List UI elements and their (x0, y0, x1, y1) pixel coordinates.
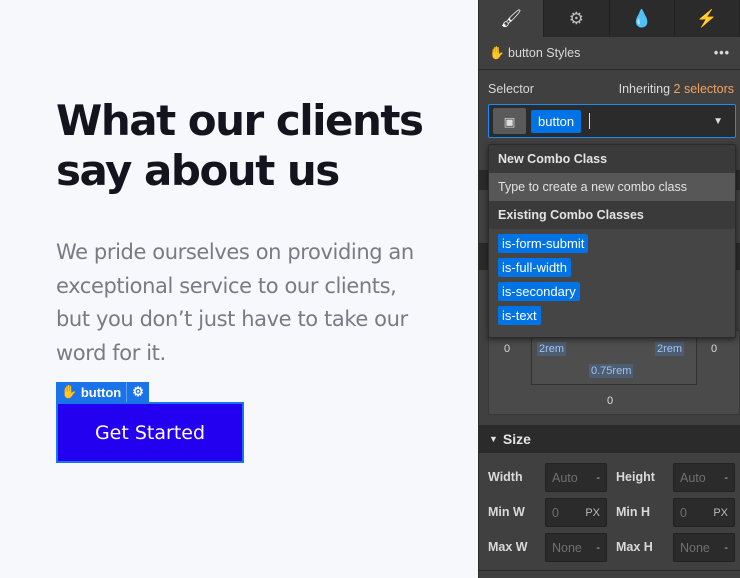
chevron-down-icon[interactable]: ▼ (713, 116, 723, 127)
margin-bottom-value[interactable]: 0 (607, 395, 613, 407)
divider (479, 570, 740, 571)
element-tag-text: button (80, 384, 122, 400)
new-combo-header: New Combo Class (489, 145, 735, 173)
combo-class-menu: New Combo Class Type to create a new com… (488, 144, 736, 338)
max-width-value: None (552, 540, 582, 555)
min-width-unit[interactable]: PX (585, 507, 600, 519)
height-label: Height (616, 470, 655, 484)
width-value: Auto (552, 470, 578, 485)
max-width-input[interactable]: None - (545, 533, 607, 562)
panel-header: ✋ button Styles ••• (479, 37, 740, 70)
min-width-value: 0 (552, 505, 559, 520)
design-canvas: What our clients say about us We pride o… (0, 0, 478, 578)
lead-paragraph: We pride ourselves on providing an excep… (56, 240, 414, 365)
panel-tabs: 🖌 ⚙ 💧 ⚡ (479, 0, 740, 37)
box-model: 0 2rem 2rem 0 0.75rem 0 (488, 329, 740, 415)
class-chip[interactable]: button (531, 109, 582, 133)
max-height-value: None (680, 540, 710, 555)
min-height-input[interactable]: 0 PX (673, 498, 735, 527)
width-unit[interactable]: - (596, 472, 600, 484)
max-width-label: Max W (488, 540, 528, 554)
max-height-label: Max H (616, 540, 653, 554)
gear-icon[interactable]: ⚙ (544, 0, 610, 37)
max-width-unit[interactable]: - (596, 542, 600, 554)
width-label: Width (488, 470, 523, 484)
combo-class-item[interactable]: is-text (498, 306, 541, 325)
brush-icon[interactable]: 🖌 (479, 0, 545, 37)
height-input[interactable]: Auto - (673, 463, 735, 492)
min-width-input[interactable]: 0 PX (545, 498, 607, 527)
selector-type-icon[interactable]: ▣ (493, 108, 526, 134)
padding-left-value[interactable]: 2rem (537, 342, 567, 356)
combo-class-item[interactable]: is-form-submit (498, 234, 589, 253)
inherit-selectors-link[interactable]: 2 selectors (674, 82, 734, 96)
panel-title: button Styles (508, 46, 581, 60)
element-settings-icon[interactable]: ⚙ (127, 382, 149, 402)
more-icon[interactable]: ••• (714, 46, 730, 60)
style-panel: 🖌 ⚙ 💧 ⚡ ✋ button Styles ••• Selector Inh… (478, 0, 740, 578)
element-tag[interactable]: ✋ button ⚙ (56, 382, 149, 402)
hand-icon: ✋ (489, 45, 509, 60)
combo-class-item[interactable]: is-full-width (498, 258, 572, 277)
chevron-down-icon: ▼ (489, 434, 503, 444)
size-section-header[interactable]: ▼ Size (479, 425, 740, 453)
combo-class-item[interactable]: is-secondary (498, 282, 580, 301)
get-started-button[interactable]: Get Started (56, 402, 244, 463)
min-height-unit[interactable]: PX (713, 507, 728, 519)
margin-right-value[interactable]: 0 (711, 343, 717, 355)
max-height-input[interactable]: None - (673, 533, 735, 562)
padding-right-value[interactable]: 2rem (655, 342, 685, 356)
height-unit[interactable]: - (724, 472, 728, 484)
width-input[interactable]: Auto - (545, 463, 607, 492)
min-height-value: 0 (680, 505, 687, 520)
min-width-label: Min W (488, 505, 525, 519)
height-value: Auto (680, 470, 706, 485)
size-title: Size (502, 431, 531, 447)
text-cursor (589, 113, 591, 129)
page-heading: What our clients say about us (56, 96, 424, 195)
element-tag-label[interactable]: ✋ button (56, 382, 128, 402)
min-height-label: Min H (616, 505, 651, 519)
new-combo-hint[interactable]: Type to create a new combo class (489, 173, 735, 201)
selector-label: Selector (488, 82, 534, 96)
drops-icon[interactable]: 💧 (610, 0, 675, 37)
margin-left-value[interactable]: 0 (504, 343, 510, 355)
padding-bottom-value[interactable]: 0.75rem (589, 364, 634, 378)
max-height-unit[interactable]: - (724, 542, 728, 554)
inheriting-label: Inheriting (618, 82, 671, 96)
selector-input[interactable]: ▣ button ▼ (488, 104, 736, 138)
bolt-icon[interactable]: ⚡ (675, 0, 740, 37)
existing-combo-header: Existing Combo Classes (489, 201, 735, 229)
